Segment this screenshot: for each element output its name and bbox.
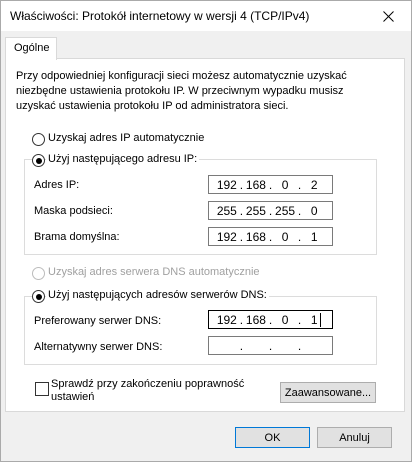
close-button[interactable] [365,1,411,31]
dialog-window: Właściwości: Protokół internetowy w wers… [0,0,412,462]
ip-auto-label: Uzyskaj adres IP automatycznie [48,132,205,144]
dns-auto-radio[interactable] [32,267,45,280]
gateway-input[interactable]: 192. 168. 0. 1 [208,227,333,246]
window-title: Właściwości: Protokół internetowy w wers… [10,9,310,23]
ip-address-input[interactable]: 192. 168. 0. 2 [208,175,333,194]
ip-auto-radio[interactable] [32,133,45,146]
cancel-button[interactable]: Anuluj [317,427,392,448]
preferred-dns-input[interactable]: 192. 168. 0. 1 [208,310,333,329]
title-bar: Właściwości: Protokół internetowy w wers… [1,1,411,31]
advanced-button[interactable]: Zaawansowane... [280,382,376,403]
description-text: Przy odpowiedniej konfiguracji sieci moż… [16,70,347,112]
ok-button[interactable]: OK [235,427,310,448]
text-cursor [320,313,321,327]
ip-manual-label: Użyj następującego adresu IP: [46,153,200,165]
alternate-dns-input[interactable]: . . . [208,336,333,355]
ip-manual-radio[interactable] [32,154,45,167]
dns-auto-label: Uzyskaj adres serwera DNS automatycznie [48,266,260,278]
tab-general[interactable]: Ogólne [5,37,57,60]
close-icon [382,10,394,22]
validate-settings-label: Sprawdź przy zakończeniu poprawność usta… [51,378,245,403]
subnet-mask-input[interactable]: 255. 255. 255. 0 [208,201,333,220]
ip-address-label: Adres IP: [34,179,80,191]
gateway-label: Brama domyślna: [34,231,120,243]
preferred-dns-label: Preferowany serwer DNS: [34,315,162,327]
subnet-mask-label: Maska podsieci: [34,205,113,217]
dns-manual-label: Użyj następujących adresów serwerów DNS: [46,289,269,301]
validate-settings-checkbox[interactable] [35,382,49,396]
alternate-dns-label: Alternatywny serwer DNS: [34,341,163,353]
dns-manual-radio[interactable] [32,290,45,303]
tab-general-label: Ogólne [14,42,50,54]
